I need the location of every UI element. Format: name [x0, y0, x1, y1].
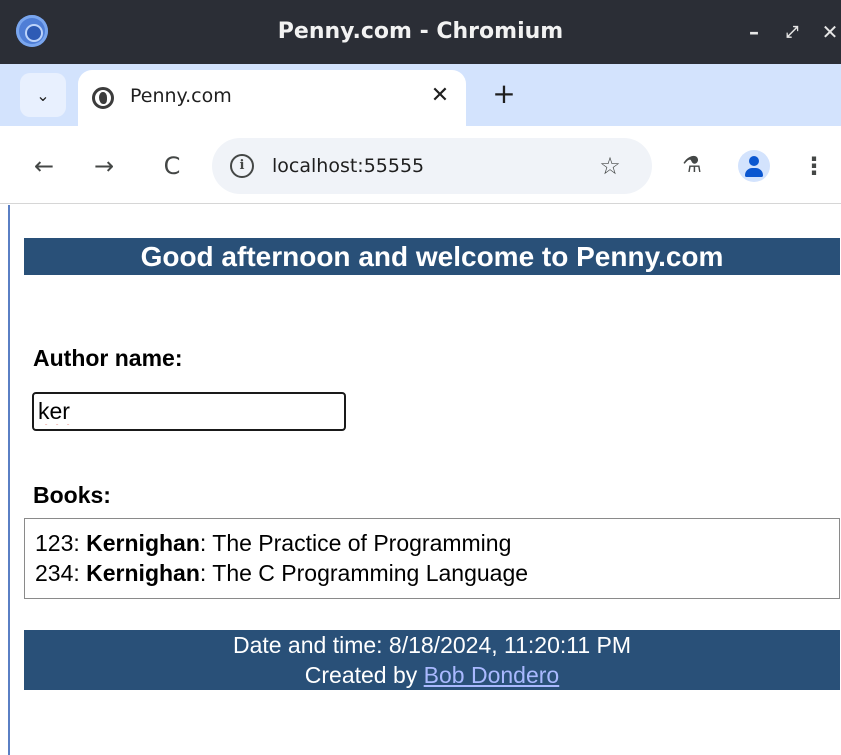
- list-item: 123: Kernighan: The Practice of Programm…: [35, 530, 512, 556]
- globe-icon: [92, 87, 114, 109]
- maximize-button[interactable]: ⤢: [780, 20, 804, 44]
- book-author: Kernighan: [86, 530, 200, 556]
- author-name-input[interactable]: [32, 392, 346, 431]
- tab-search-button[interactable]: ⌄: [20, 73, 66, 117]
- reload-button[interactable]: C: [154, 148, 190, 184]
- list-item: 234: Kernighan: The C Programming Langua…: [35, 560, 529, 586]
- profile-avatar-icon[interactable]: [738, 150, 770, 182]
- more-menu-icon[interactable]: ⋮: [800, 148, 828, 184]
- tab-title: Penny.com: [130, 85, 232, 107]
- tab-strip: ⌄ Penny.com ✕ +: [0, 64, 841, 126]
- book-author: Kernighan: [86, 560, 200, 586]
- page-content: Good afternoon and welcome to Penny.com …: [8, 205, 841, 755]
- labs-flask-icon[interactable]: ⚗: [676, 148, 708, 184]
- new-tab-button[interactable]: +: [488, 78, 520, 110]
- bookmark-star-icon[interactable]: ☆: [594, 150, 626, 182]
- author-link[interactable]: Bob Dondero: [424, 662, 560, 688]
- book-title: The Practice of Programming: [212, 530, 512, 556]
- book-title: The C Programming Language: [212, 560, 529, 586]
- datetime-text: Date and time: 8/18/2024, 11:20:11 PM: [232, 632, 632, 658]
- close-window-button[interactable]: ✕: [818, 20, 841, 44]
- created-by-line: Created by Bob Dondero: [24, 660, 840, 690]
- back-button[interactable]: ←: [26, 148, 62, 184]
- page-banner: Good afternoon and welcome to Penny.com: [24, 238, 840, 275]
- window-title: Penny.com - Chromium: [277, 19, 564, 44]
- books-results-list: 123: Kernighan: The Practice of Programm…: [24, 518, 840, 599]
- book-isbn: 123: [35, 530, 74, 556]
- books-label: Books:: [33, 482, 111, 508]
- address-bar[interactable]: i ☆: [212, 138, 652, 194]
- chevron-down-icon: ⌄: [36, 85, 50, 105]
- tab-penny[interactable]: Penny.com ✕: [78, 70, 466, 126]
- book-isbn: 234: [35, 560, 74, 586]
- created-by-label: Created by: [304, 662, 418, 688]
- tab-close-button[interactable]: ✕: [428, 82, 452, 110]
- minimize-button[interactable]: –: [742, 20, 766, 44]
- browser-toolbar: ← → C i ☆ ⚗ ⋮: [0, 126, 841, 204]
- browser-window: Penny.com - Chromium – ⤢ ✕ ⌄ Penny.com ✕…: [0, 0, 841, 755]
- page-footer: Date and time: 8/18/2024, 11:20:11 PM Cr…: [24, 630, 840, 690]
- info-icon[interactable]: i: [230, 154, 254, 178]
- title-bar: Penny.com - Chromium – ⤢ ✕: [0, 0, 841, 64]
- forward-button[interactable]: →: [86, 148, 122, 184]
- url-input[interactable]: [272, 150, 572, 182]
- author-name-label: Author name:: [33, 345, 183, 371]
